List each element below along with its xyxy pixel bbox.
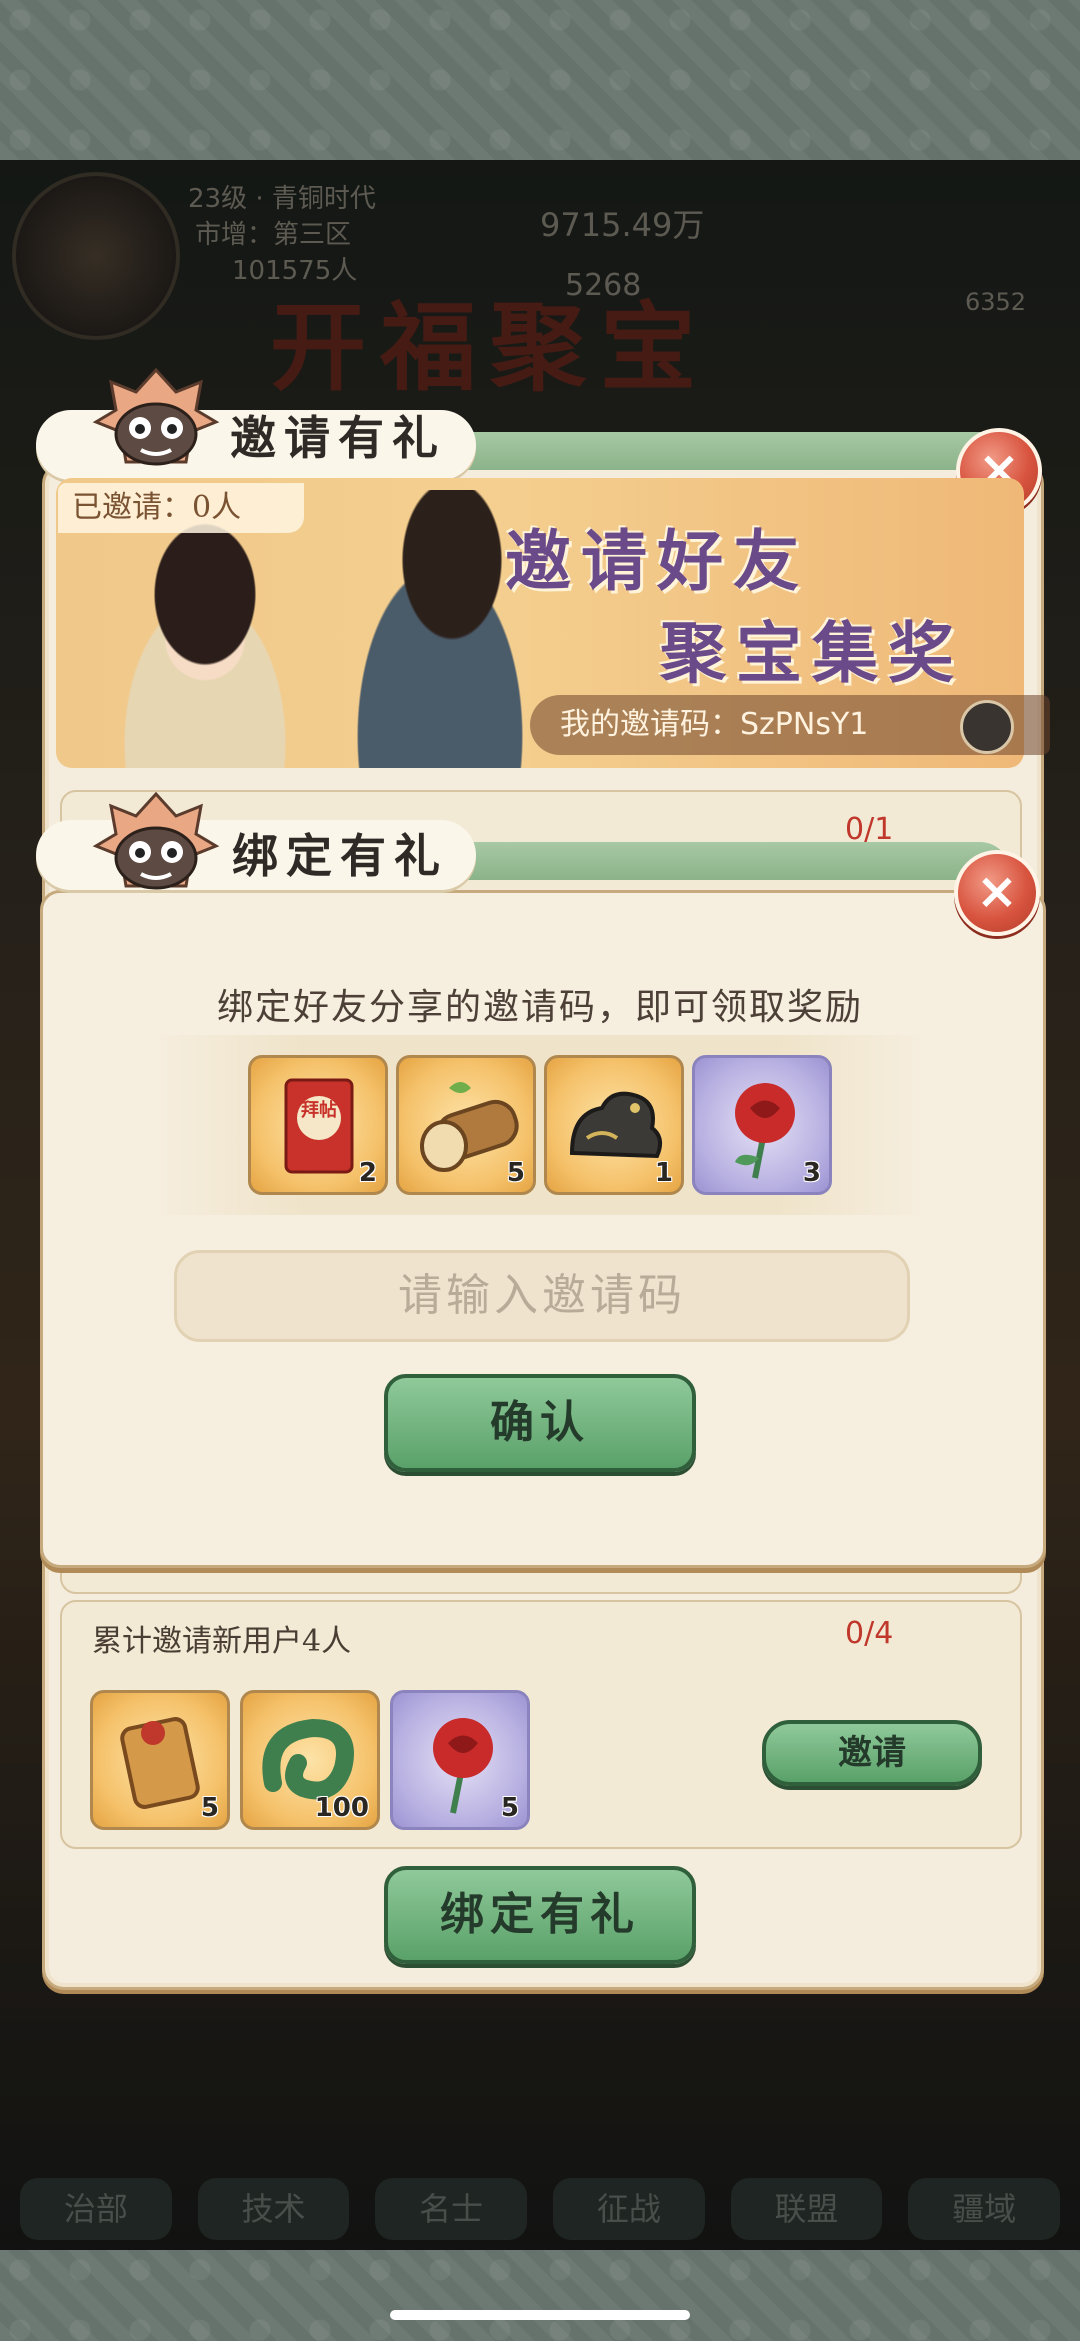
task2-progress: 0/4 [845,1616,894,1651]
dragon-mascot-icon [92,367,220,466]
task2-title: 累计邀请新用户4人 [92,1624,352,1659]
invited-count: 已邀请：0人 [58,483,304,533]
top-pattern-band [0,0,1080,160]
girl-character-illustration [80,520,330,768]
confirm-button[interactable]: 确认 [384,1374,696,1472]
svg-text:拜帖: 拜帖 [301,1099,337,1121]
red-card-icon[interactable]: 拜帖 2 [248,1055,388,1195]
banner-title-line2: 聚宝集奖 [660,614,964,692]
dragon-mascot-icon [92,791,220,890]
invite-code-input[interactable]: 请输入邀请码 [174,1250,910,1342]
copy-icon[interactable] [960,700,1014,754]
home-indicator[interactable] [390,2310,690,2320]
charm-item-icon[interactable]: 5 [90,1690,230,1830]
bind-dialog-title: 绑定有礼 [232,829,448,883]
rose-icon[interactable]: 3 [692,1055,832,1195]
rose-icon[interactable]: 5 [390,1690,530,1830]
invite-panel-title: 邀请有礼 [230,411,446,465]
bottom-pattern-band [0,2250,1080,2341]
invite-button[interactable]: 邀请 [762,1720,982,1786]
bind-description: 绑定好友分享的邀请码，即可领取奖励 [216,987,863,1028]
banner-title-line1: 邀请好友 [505,522,809,600]
bind-gift-button[interactable]: 绑定有礼 [384,1866,696,1964]
jade-dragon-icon[interactable]: 100 [240,1690,380,1830]
wood-log-icon[interactable]: 5 [396,1055,536,1195]
bronze-beast-icon[interactable]: 1 [544,1055,684,1195]
bind-close-button[interactable]: × [954,850,1040,936]
